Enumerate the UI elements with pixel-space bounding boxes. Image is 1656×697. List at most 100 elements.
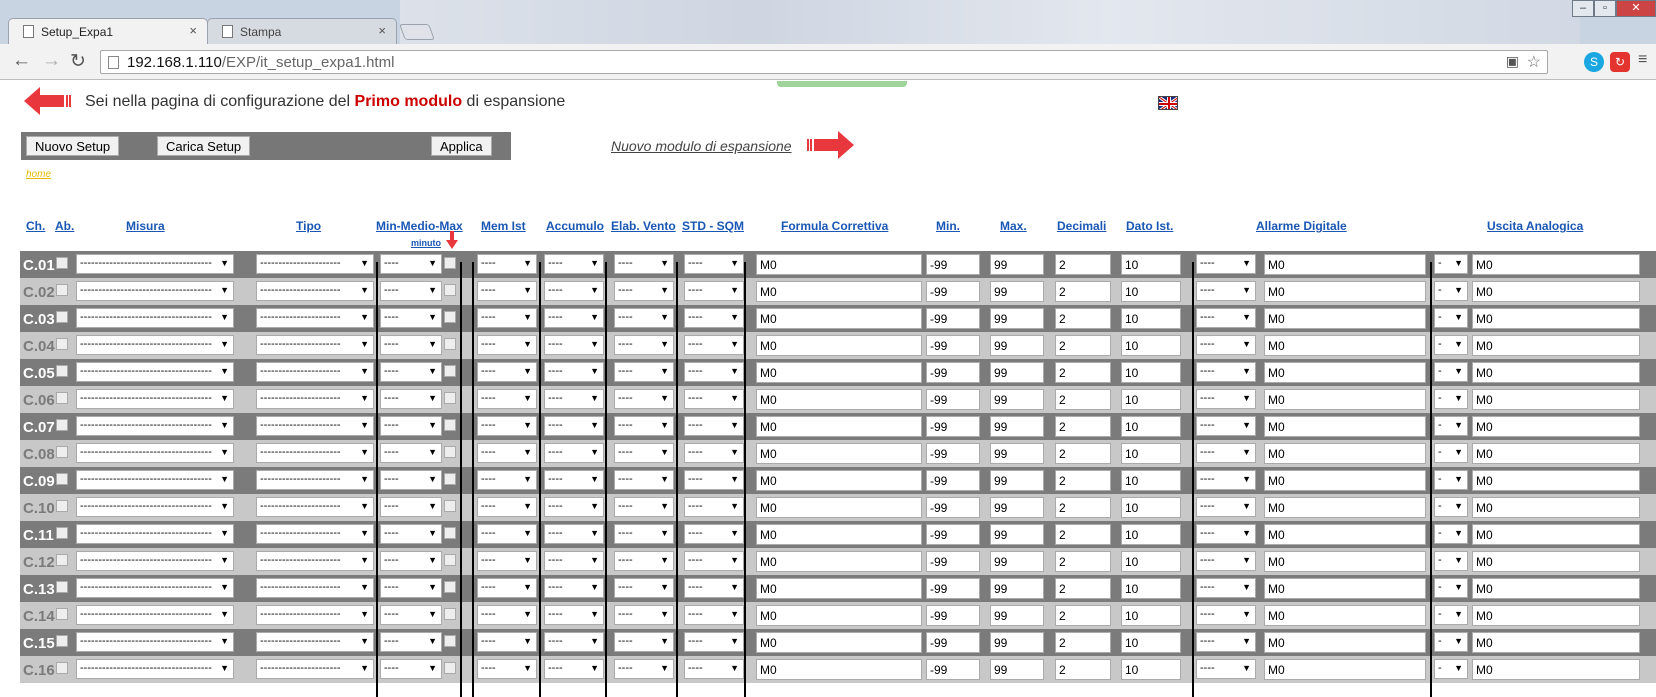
enable-checkbox[interactable] [56,365,68,377]
allarme-input[interactable]: M0 [1264,497,1426,518]
stdsqm-select[interactable]: ---- [684,632,744,652]
close-tab-icon[interactable]: × [378,23,386,38]
allarme-select[interactable]: ---- [1196,659,1256,679]
decimali-input[interactable]: 2 [1055,335,1111,356]
red-extension-icon[interactable]: ↻ [1610,52,1630,72]
min-input[interactable]: -99 [926,443,980,464]
datoist-input[interactable]: 10 [1121,659,1181,680]
elabvento-select[interactable]: ---- [614,281,674,301]
uscita-select[interactable]: - [1434,362,1468,382]
misura-select[interactable]: ------------------------------------ [76,578,234,598]
back-icon[interactable]: ← [12,50,31,72]
uscita-input[interactable]: M0 [1472,632,1640,653]
datoist-input[interactable]: 10 [1121,416,1181,437]
decimali-input[interactable]: 2 [1055,470,1111,491]
memist-select[interactable]: ---- [477,362,537,382]
allarme-select[interactable]: ---- [1196,416,1256,436]
minuto-checkbox[interactable] [444,635,456,647]
allarme-input[interactable]: M0 [1264,470,1426,491]
tipo-select[interactable]: ---------------------- [256,578,374,598]
tipo-select[interactable]: ---------------------- [256,551,374,571]
tipo-select[interactable]: ---------------------- [256,632,374,652]
min-input[interactable]: -99 [926,281,980,302]
col-allarme[interactable]: Allarme Digitale [1256,219,1347,233]
uscita-input[interactable]: M0 [1472,443,1640,464]
misura-select[interactable]: ------------------------------------ [76,389,234,409]
accumulo-select[interactable]: ---- [544,443,604,463]
col-accumulo[interactable]: Accumulo [546,219,604,233]
misura-select[interactable]: ------------------------------------ [76,659,234,679]
minuto-checkbox[interactable] [444,419,456,431]
accumulo-select[interactable]: ---- [544,470,604,490]
uscita-select[interactable]: - [1434,524,1468,544]
uscita-select[interactable]: - [1434,335,1468,355]
stdsqm-select[interactable]: ---- [684,308,744,328]
memist-select[interactable]: ---- [477,389,537,409]
enable-checkbox[interactable] [56,419,68,431]
allarme-select[interactable]: ---- [1196,497,1256,517]
min-input[interactable]: -99 [926,659,980,680]
allarme-input[interactable]: M0 [1264,632,1426,653]
datoist-input[interactable]: 10 [1121,443,1181,464]
minmediomax-select[interactable]: ---- [380,578,442,598]
col-ch[interactable]: Ch. [26,219,45,233]
datoist-input[interactable]: 10 [1121,254,1181,275]
elabvento-select[interactable]: ---- [614,416,674,436]
elabvento-select[interactable]: ---- [614,551,674,571]
memist-select[interactable]: ---- [477,578,537,598]
datoist-input[interactable]: 10 [1121,308,1181,329]
formula-input[interactable]: M0 [756,632,922,653]
minmediomax-select[interactable]: ---- [380,551,442,571]
uscita-input[interactable]: M0 [1472,524,1640,545]
tipo-select[interactable]: ---------------------- [256,497,374,517]
decimali-input[interactable]: 2 [1055,578,1111,599]
allarme-input[interactable]: M0 [1264,605,1426,626]
accumulo-select[interactable]: ---- [544,416,604,436]
accumulo-select[interactable]: ---- [544,578,604,598]
memist-select[interactable]: ---- [477,335,537,355]
min-input[interactable]: -99 [926,524,980,545]
datoist-input[interactable]: 10 [1121,524,1181,545]
close-tab-icon[interactable]: × [189,23,197,38]
allarme-select[interactable]: ---- [1196,551,1256,571]
stdsqm-select[interactable]: ---- [684,254,744,274]
misura-select[interactable]: ------------------------------------ [76,551,234,571]
uscita-input[interactable]: M0 [1472,416,1640,437]
uscita-input[interactable]: M0 [1472,308,1640,329]
misura-select[interactable]: ------------------------------------ [76,416,234,436]
enable-checkbox[interactable] [56,662,68,674]
enable-checkbox[interactable] [56,500,68,512]
minuto-checkbox[interactable] [444,446,456,458]
misura-select[interactable]: ------------------------------------ [76,605,234,625]
col-min[interactable]: Min. [936,219,960,233]
uscita-input[interactable]: M0 [1472,497,1640,518]
datoist-input[interactable]: 10 [1121,335,1181,356]
stdsqm-select[interactable]: ---- [684,389,744,409]
max-input[interactable]: 99 [990,659,1044,680]
misura-select[interactable]: ------------------------------------ [76,254,234,274]
allarme-input[interactable]: M0 [1264,254,1426,275]
minuto-checkbox[interactable] [444,662,456,674]
allarme-select[interactable]: ---- [1196,389,1256,409]
decimali-input[interactable]: 2 [1055,632,1111,653]
back-arrow-icon[interactable] [24,87,72,115]
uk-flag-icon[interactable] [1158,96,1178,110]
min-input[interactable]: -99 [926,362,980,383]
minmediomax-select[interactable]: ---- [380,308,442,328]
datoist-input[interactable]: 10 [1121,551,1181,572]
misura-select[interactable]: ------------------------------------ [76,335,234,355]
accumulo-select[interactable]: ---- [544,497,604,517]
elabvento-select[interactable]: ---- [614,254,674,274]
memist-select[interactable]: ---- [477,281,537,301]
new-module-link[interactable]: Nuovo modulo di espansione [611,138,792,154]
formula-input[interactable]: M0 [756,362,922,383]
formula-input[interactable]: M0 [756,416,922,437]
minuto-checkbox[interactable] [444,338,456,350]
misura-select[interactable]: ------------------------------------ [76,497,234,517]
reload-icon[interactable]: ↻ [70,50,86,73]
uscita-select[interactable]: - [1434,605,1468,625]
skype-icon[interactable]: S [1584,52,1604,72]
enable-checkbox[interactable] [56,311,68,323]
stdsqm-select[interactable]: ---- [684,335,744,355]
accumulo-select[interactable]: ---- [544,281,604,301]
